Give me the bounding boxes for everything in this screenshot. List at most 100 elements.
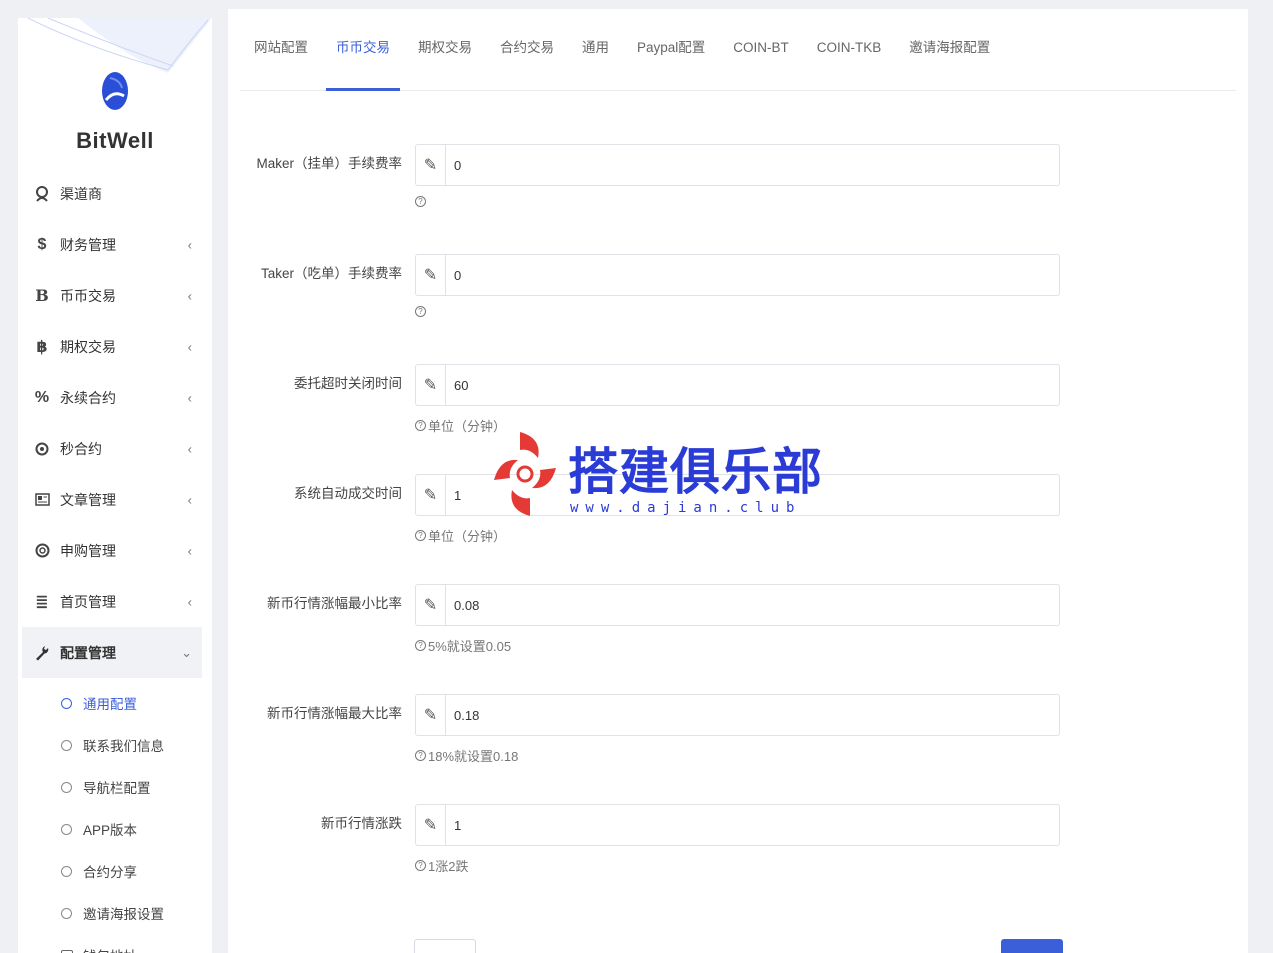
submenu-item-contract-share[interactable]: 合约分享 [18,850,212,892]
tab-invite-poster-config[interactable]: 邀请海报配置 [895,30,1004,90]
sidebar-item-label: 永续合约 [60,389,116,406]
tab-contract-trading[interactable]: 合约交易 [486,30,568,90]
circle-icon [61,907,72,919]
form-help-text: 5%就设置0.05 [428,639,512,654]
form-label: 系统自动成交时间 [294,486,402,501]
sidebar-item-homepage[interactable]: ≣ 首页管理 ‹ [18,576,212,627]
circle-icon [61,865,72,877]
dollar-icon: $ [37,235,47,253]
pencil-icon: ✎ [416,255,446,295]
rise-fall-input[interactable] [446,805,1059,845]
sidebar-item-channel[interactable]: 渠道商 [18,168,212,219]
form-help: ? 单位（分钟） [415,526,506,545]
tab-options-trading[interactable]: 期权交易 [404,30,486,90]
submenu-item-navbar-config[interactable]: 导航栏配置 [18,766,212,808]
wallet-icon [61,949,73,953]
sidebar-item-finance[interactable]: $ 财务管理 ‹ [18,219,212,270]
submenu-item-label: APP版本 [83,823,138,838]
config-tabs: 网站配置 币币交易 期权交易 合约交易 通用 Paypal配置 COIN-BT … [240,9,1236,91]
tab-coin-bt[interactable]: COIN-BT [719,30,803,90]
sidebar-item-label: 秒合约 [60,440,102,457]
sidebar-item-label: 文章管理 [60,491,116,508]
brand-name: BitWell [76,128,154,153]
tab-paypal-config[interactable]: Paypal配置 [623,30,719,90]
chevron-left-icon: ‹ [187,237,192,252]
form-label: 新币行情涨跌 [321,816,402,831]
chevron-left-icon: ‹ [187,492,192,507]
circle-icon [61,739,72,751]
form-help: ? 18%就设置0.18 [415,746,518,765]
percent-icon: % [34,388,50,406]
maker-fee-input[interactable] [446,145,1059,185]
circle-icon [61,823,72,835]
submenu-item-label: 邀请海报设置 [83,907,164,922]
submenu-item-general-config[interactable]: 通用配置 [18,682,212,724]
tab-spot-trading[interactable]: 币币交易 [322,30,404,91]
watermark: 搭建俱乐部 www.dajian.club [490,428,822,523]
lifebuoy-icon [32,543,52,558]
sidebar-item-config[interactable]: 配置管理 ⌄ [22,627,202,678]
pencil-icon: ✎ [416,365,446,405]
submenu-item-invite-poster[interactable]: 邀请海报设置 [18,892,212,934]
logo-decoration [18,18,212,73]
submit-button[interactable] [1001,939,1063,953]
chevron-left-icon: ‹ [187,390,192,405]
question-circle-icon: ? [415,640,426,651]
form-label: Maker（挂单）手续费率 [256,156,402,171]
form-help-text: 单位（分钟） [428,529,507,544]
taker-fee-input-group: ✎ [415,254,1060,296]
question-circle-icon: ? [415,196,426,207]
max-rise-rate-input-group: ✎ [415,694,1060,736]
order-timeout-input[interactable] [446,365,1059,405]
tab-coin-tkb[interactable]: COIN-TKB [803,30,896,90]
pencil-icon: ✎ [416,585,446,625]
min-rise-rate-input[interactable] [446,585,1059,625]
question-circle-icon: ? [415,530,426,541]
question-circle-icon: ? [415,420,426,431]
question-circle-icon: ? [415,860,426,871]
newspaper-icon [32,493,52,506]
user-icon [32,185,52,202]
form-help-text: 1涨2跌 [428,859,469,874]
sidebar-item-label: 申购管理 [60,542,116,559]
chevron-left-icon: ‹ [187,543,192,558]
watermark-logo-icon [494,432,556,516]
max-rise-rate-input[interactable] [446,695,1059,735]
sidebar-item-articles[interactable]: 文章管理 ‹ [18,474,212,525]
sidebar-item-perpetual[interactable]: % 永续合约 ‹ [18,372,212,423]
pencil-icon: ✎ [416,145,446,185]
form-help-text: 18%就设置0.18 [428,749,519,764]
sidebar-item-options[interactable]: ฿ 期权交易 ‹ [18,321,212,372]
sidebar-item-subscription[interactable]: 申购管理 ‹ [18,525,212,576]
submenu-item-label: 通用配置 [83,697,137,712]
sidebar-item-label: 期权交易 [60,338,116,355]
sidebar-item-label: 渠道商 [60,185,102,202]
chevron-left-icon: ‹ [187,288,192,303]
sidebar-item-label: 配置管理 [60,644,116,661]
sidebar-item-label: 币币交易 [60,287,116,304]
reset-button[interactable] [414,939,476,953]
logo-area: BitWell [18,18,212,168]
submenu-item-app-version[interactable]: APP版本 [18,808,212,850]
sidebar-menu: 渠道商 $ 财务管理 ‹ B 币币交易 ‹ ฿ 期权交易 ‹ % 永续合约 ‹ … [18,168,212,678]
maker-fee-input-group: ✎ [415,144,1060,186]
min-rise-rate-input-group: ✎ [415,584,1060,626]
form-label: 新币行情涨幅最大比率 [267,706,402,721]
taker-fee-input[interactable] [446,255,1059,295]
form-help: ? [415,196,428,207]
watermark-url: www.dajian.club [570,500,802,516]
config-submenu: 通用配置 联系我们信息 导航栏配置 APP版本 合约分享 邀请海报设置 钱包地址 [18,678,212,953]
submenu-item-label: 合约分享 [83,865,137,880]
submenu-item-wallet-address[interactable]: 钱包地址 [18,934,212,953]
form-label: 新币行情涨幅最小比率 [267,596,402,611]
form-label: 委托超时关闭时间 [294,376,402,391]
chevron-left-icon: ‹ [187,594,192,609]
bitcoin-b-icon: B [35,286,49,305]
tab-website-config[interactable]: 网站配置 [240,30,322,90]
sidebar-item-second-contract[interactable]: 秒合约 ‹ [18,423,212,474]
tab-general[interactable]: 通用 [568,30,623,90]
question-circle-icon: ? [415,306,426,317]
form-label: Taker（吃单）手续费率 [260,266,402,281]
sidebar-item-spot-trading[interactable]: B 币币交易 ‹ [18,270,212,321]
submenu-item-contact-info[interactable]: 联系我们信息 [18,724,212,766]
